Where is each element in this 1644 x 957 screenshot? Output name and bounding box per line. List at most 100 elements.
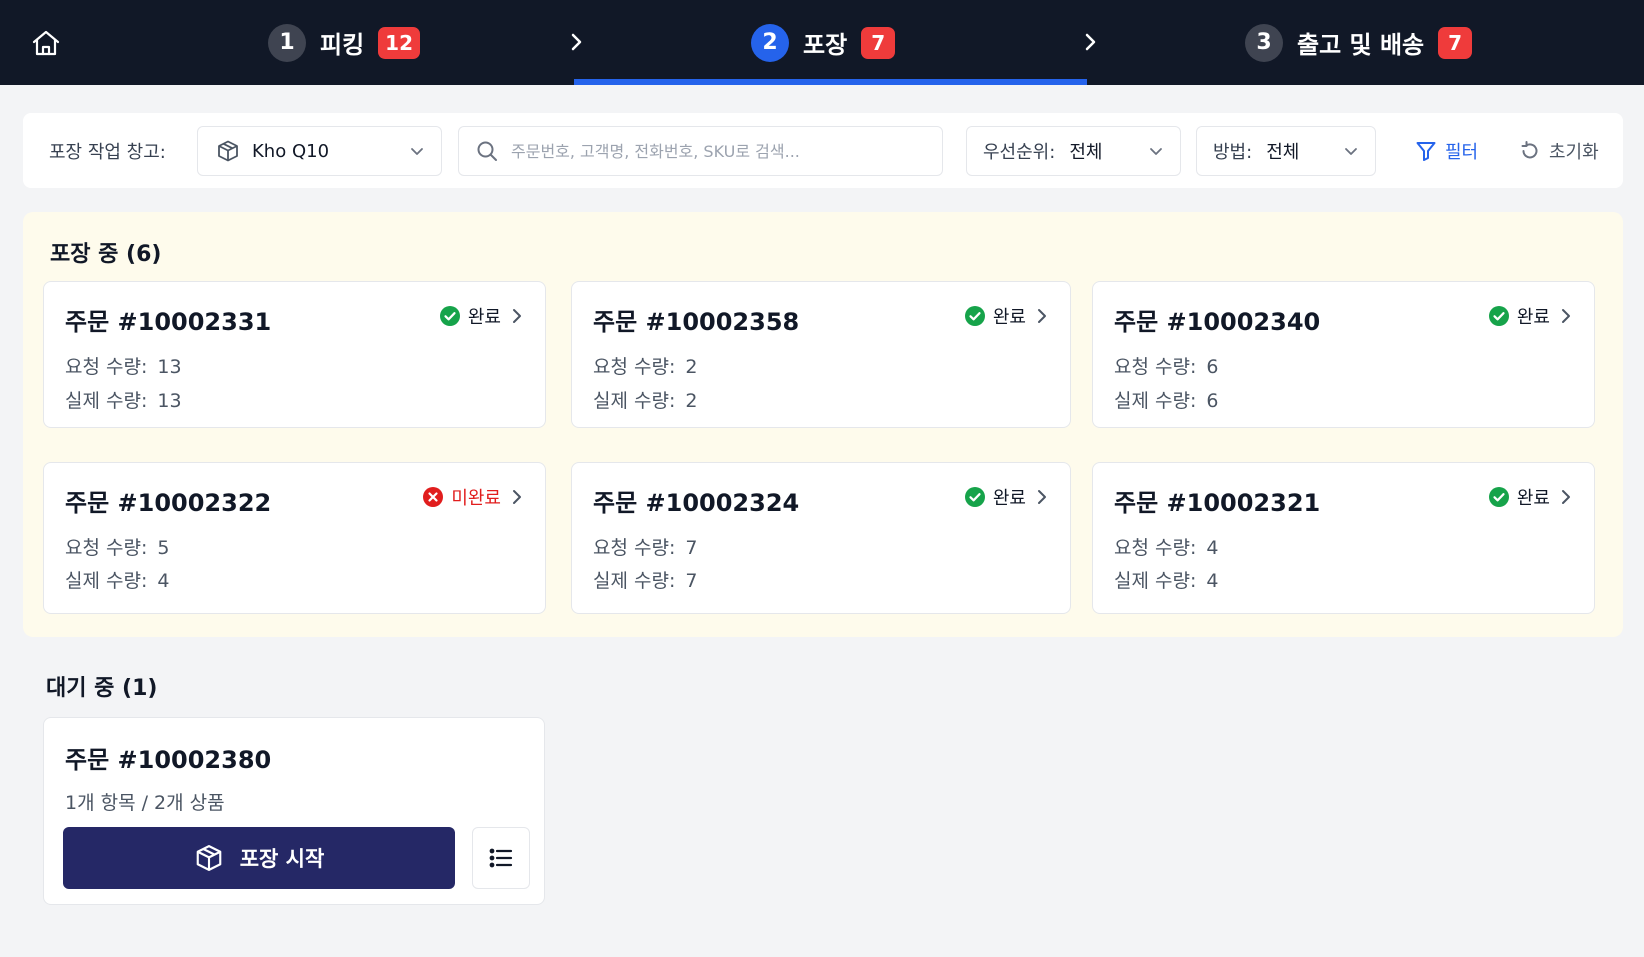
status-label: 완료 <box>992 488 1026 509</box>
requested-value: 6 <box>1206 356 1219 378</box>
packing-section: 포장 중 (6) 주문 #10002331 완료 요청 수량: 13 실제 수량:… <box>23 212 1623 637</box>
step-packing[interactable]: 2 포장 7 <box>751 0 896 85</box>
actual-value: 13 <box>157 390 182 412</box>
chevron-down-icon <box>1150 148 1162 155</box>
step-count-badge: 7 <box>1438 26 1473 59</box>
order-status: 완료 <box>964 484 1050 510</box>
method-select[interactable]: 방법: 전체 <box>1196 126 1376 176</box>
requested-value: 5 <box>157 537 170 559</box>
status-label: 완료 <box>1516 307 1550 328</box>
status-label: 완료 <box>992 307 1026 328</box>
priority-value: 전체 <box>1069 142 1103 163</box>
requested-value: 2 <box>685 356 698 378</box>
order-title: 주문 #10002358 <box>593 308 800 336</box>
requested-label: 요청 수량: <box>593 537 676 559</box>
requested-value: 13 <box>157 356 182 378</box>
requested-quantity: 요청 수량: 4 <box>1114 533 1218 560</box>
actual-value: 4 <box>1206 570 1219 592</box>
actual-label: 실제 수량: <box>593 570 676 592</box>
warehouse-label: 포장 작업 창고: <box>49 141 166 163</box>
search-input[interactable] <box>511 141 926 161</box>
actual-label: 실제 수량: <box>1114 570 1197 592</box>
start-packing-label: 포장 시작 <box>239 847 325 871</box>
step-count-badge: 12 <box>378 26 421 59</box>
status-label: 미완료 <box>451 488 501 509</box>
status-label: 완료 <box>1516 488 1550 509</box>
order-title: 주문 #10002340 <box>1114 308 1321 336</box>
actual-value: 4 <box>157 570 170 592</box>
order-summary: 1개 항목 / 2개 상품 <box>65 792 225 814</box>
order-title: 주문 #10002380 <box>65 746 272 774</box>
rotate-ccw-icon <box>1521 141 1538 159</box>
order-status: 완료 <box>1488 303 1574 329</box>
chevron-right-icon <box>513 490 521 504</box>
warehouse-value: Kho Q10 <box>252 140 330 162</box>
requested-quantity: 요청 수량: 13 <box>65 352 182 379</box>
order-card[interactable]: 주문 #10002324 완료 요청 수량: 7 실제 수량: 7 <box>571 462 1071 614</box>
check-circle-icon <box>1488 306 1509 326</box>
requested-quantity: 요청 수량: 6 <box>1114 352 1218 379</box>
search-field[interactable] <box>458 126 943 176</box>
priority-select[interactable]: 우선순위: 전체 <box>966 126 1181 176</box>
step-shipping[interactable]: 3 출고 및 배송 7 <box>1245 0 1473 85</box>
packing-section-title: 포장 중 (6) <box>50 242 162 267</box>
step-label: 포장 <box>803 31 848 59</box>
requested-quantity: 요청 수량: 5 <box>65 533 169 560</box>
actual-quantity: 실제 수량: 4 <box>65 566 169 593</box>
requested-value: 4 <box>1206 537 1219 559</box>
order-card[interactable]: 주문 #10002340 완료 요청 수량: 6 실제 수량: 6 <box>1092 281 1595 428</box>
x-circle-icon <box>423 487 444 507</box>
chevron-right-icon <box>1038 490 1046 504</box>
order-status: 미완료 <box>423 484 525 510</box>
funnel-icon <box>1416 142 1436 161</box>
filter-bar: 포장 작업 창고: Kho Q10 우선순위: 전체 방법: 전체 필터 <box>23 113 1623 188</box>
requested-quantity: 요청 수량: 2 <box>593 352 697 379</box>
step-picking[interactable]: 1 피킹 12 <box>268 0 421 85</box>
order-title: 주문 #10002321 <box>1114 489 1321 517</box>
waiting-section-title: 대기 중 (1) <box>46 676 158 701</box>
check-circle-icon <box>439 306 460 326</box>
status-label: 완료 <box>467 307 501 328</box>
filter-button-label: 필터 <box>1445 142 1479 163</box>
requested-quantity: 요청 수량: 7 <box>593 533 697 560</box>
order-card[interactable]: 주문 #10002331 완료 요청 수량: 13 실제 수량: 13 <box>43 281 546 428</box>
actual-value: 2 <box>685 390 698 412</box>
method-label: 방법: <box>1213 142 1253 163</box>
requested-label: 요청 수량: <box>1114 356 1197 378</box>
method-value: 전체 <box>1266 142 1300 163</box>
actual-quantity: 실제 수량: 6 <box>1114 386 1218 413</box>
box-icon <box>196 845 222 871</box>
check-circle-icon <box>964 487 985 507</box>
actual-quantity: 실제 수량: 7 <box>593 566 697 593</box>
home-icon <box>32 30 60 56</box>
search-icon <box>477 141 497 161</box>
priority-label: 우선순위: <box>983 142 1056 163</box>
actual-quantity: 실제 수량: 2 <box>593 386 697 413</box>
reset-button[interactable]: 초기화 <box>1519 126 1599 176</box>
start-packing-button[interactable]: 포장 시작 <box>63 827 455 889</box>
warehouse-select[interactable]: Kho Q10 <box>197 126 442 176</box>
step-navigation: 1 피킹 12 2 포장 7 3 출고 및 배송 7 <box>0 0 1644 85</box>
order-status: 완료 <box>1488 484 1574 510</box>
requested-label: 요청 수량: <box>65 356 148 378</box>
requested-value: 7 <box>685 537 698 559</box>
filter-button[interactable]: 필터 <box>1415 126 1478 176</box>
active-step-indicator <box>574 79 1087 85</box>
chevron-down-icon <box>411 148 423 155</box>
order-title: 주문 #10002331 <box>65 308 272 336</box>
requested-label: 요청 수량: <box>65 537 148 559</box>
step-label: 피킹 <box>320 31 365 59</box>
order-card[interactable]: 주문 #10002322 미완료 요청 수량: 5 실제 수량: 4 <box>43 462 546 614</box>
actual-label: 실제 수량: <box>593 390 676 412</box>
reset-button-label: 초기화 <box>1549 142 1599 163</box>
item-list-button[interactable] <box>472 827 530 889</box>
step-number: 1 <box>268 23 306 62</box>
home-button[interactable] <box>28 26 64 60</box>
chevron-right-icon <box>571 33 582 51</box>
order-card[interactable]: 주문 #10002321 완료 요청 수량: 4 실제 수량: 4 <box>1092 462 1595 614</box>
box-icon <box>218 140 238 162</box>
actual-quantity: 실제 수량: 13 <box>65 386 182 413</box>
check-circle-icon <box>1488 487 1509 507</box>
order-card[interactable]: 주문 #10002358 완료 요청 수량: 2 실제 수량: 2 <box>571 281 1071 428</box>
actual-value: 6 <box>1206 390 1219 412</box>
